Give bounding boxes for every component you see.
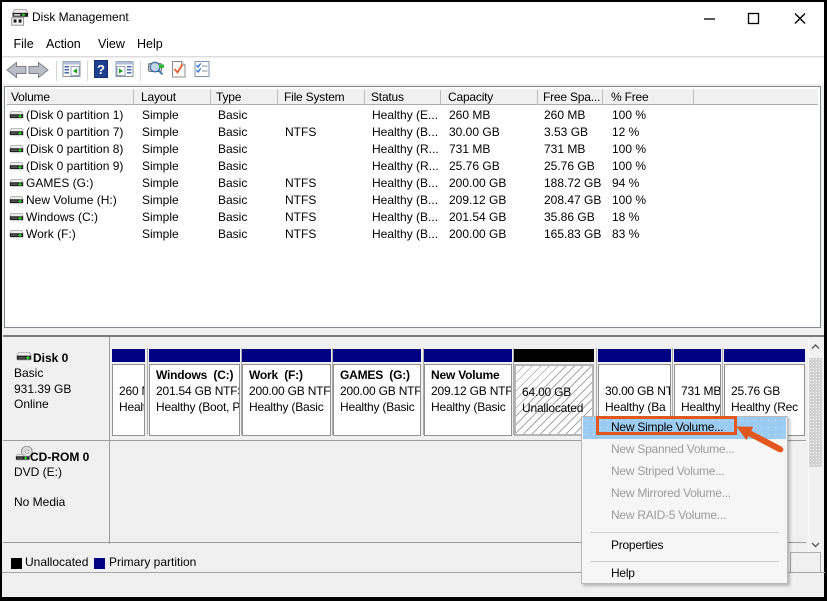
- svg-text:?: ?: [97, 62, 105, 77]
